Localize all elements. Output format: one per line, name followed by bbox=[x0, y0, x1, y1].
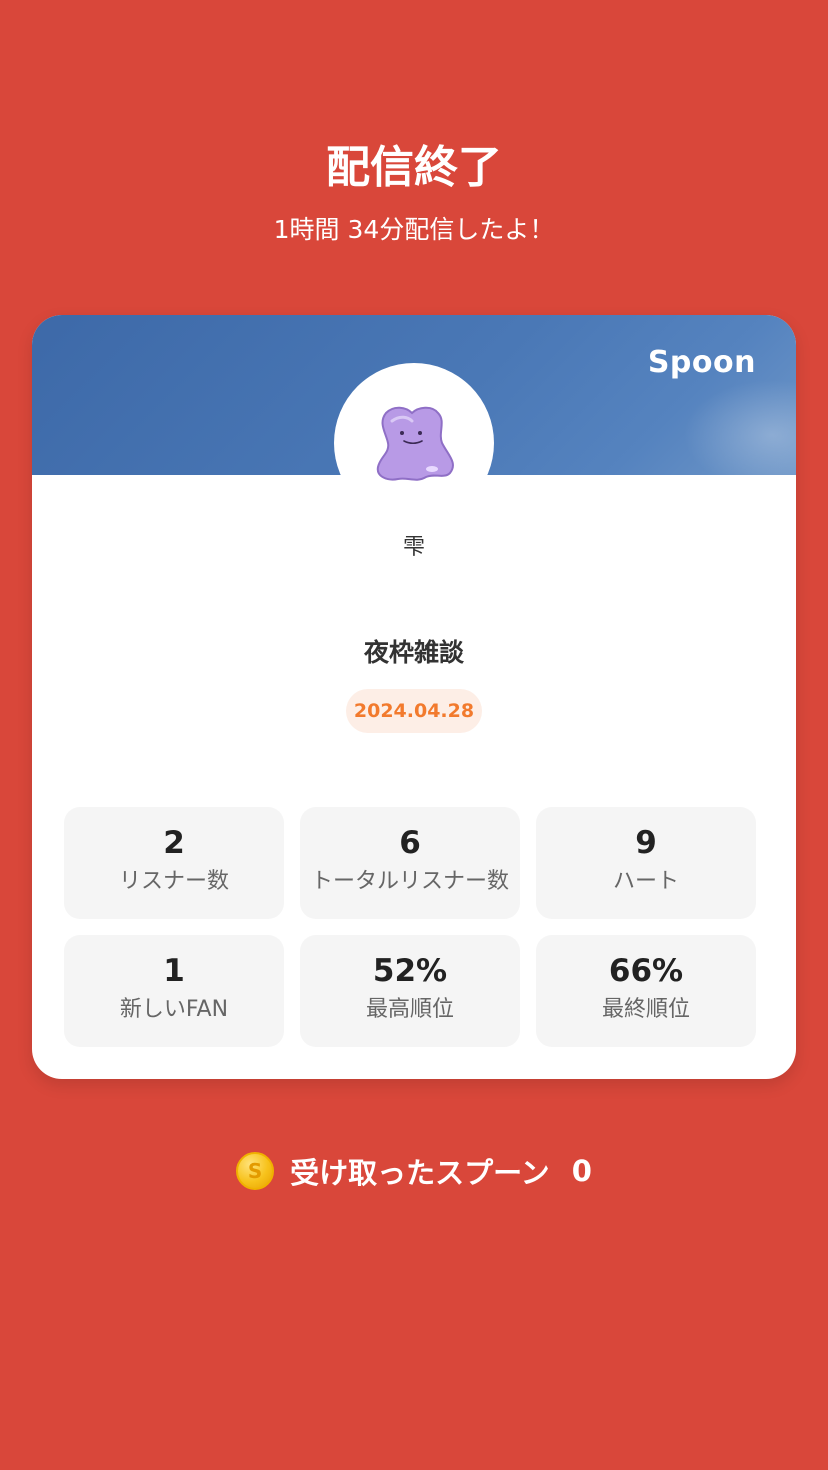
stat-total-listeners: 6 トータルリスナー数 bbox=[300, 807, 520, 919]
stat-value: 9 bbox=[635, 825, 657, 861]
username: 雫 bbox=[402, 535, 425, 560]
stat-value: 52% bbox=[372, 953, 448, 989]
broadcast-summary-card: Spoon 雫 夜枠雑談 2024.04.28 2 リスナー数 6 トータルリス… bbox=[32, 315, 796, 1079]
broadcast-duration: 1時間 34分配信したよ！ bbox=[273, 215, 555, 244]
stat-value: 6 bbox=[399, 825, 421, 861]
page-title: 配信終了 bbox=[326, 142, 502, 193]
stat-value: 1 bbox=[163, 953, 185, 989]
banner-cloud bbox=[676, 375, 796, 475]
stat-new-fans: 1 新しいFAN bbox=[64, 935, 284, 1047]
received-spoons-label: 受け取ったスプーン bbox=[290, 1156, 550, 1190]
stat-value: 2 bbox=[163, 825, 185, 861]
coin-icon: S bbox=[236, 1152, 275, 1190]
stat-label: 最終順位 bbox=[601, 997, 690, 1022]
stat-listeners: 2 リスナー数 bbox=[64, 807, 284, 919]
stat-highest-rank: 52% 最高順位 bbox=[300, 935, 520, 1047]
stat-hearts: 9 ハート bbox=[536, 807, 756, 919]
stat-label: リスナー数 bbox=[118, 869, 229, 894]
received-spoons: S 受け取ったスプーン 0 bbox=[0, 1150, 828, 1192]
received-spoons-count: 0 bbox=[571, 1154, 592, 1188]
stat-value: 66% bbox=[608, 953, 684, 989]
stat-final-rank: 66% 最終順位 bbox=[536, 935, 756, 1047]
avatar bbox=[334, 363, 494, 523]
stat-label: 新しいFAN bbox=[119, 997, 229, 1022]
stat-label: ハート bbox=[612, 869, 679, 894]
spoon-logo: Spoon bbox=[647, 345, 756, 380]
date-badge: 2024.04.28 bbox=[346, 689, 482, 733]
ditto-avatar-icon bbox=[376, 406, 454, 481]
stat-label: トータルリスナー数 bbox=[310, 869, 509, 894]
stat-label: 最高順位 bbox=[365, 997, 454, 1022]
broadcast-title: 夜枠雑談 bbox=[363, 638, 464, 667]
stats-grid: 2 リスナー数 6 トータルリスナー数 9 ハート 1 新しいFAN 52% 最… bbox=[64, 807, 757, 1047]
